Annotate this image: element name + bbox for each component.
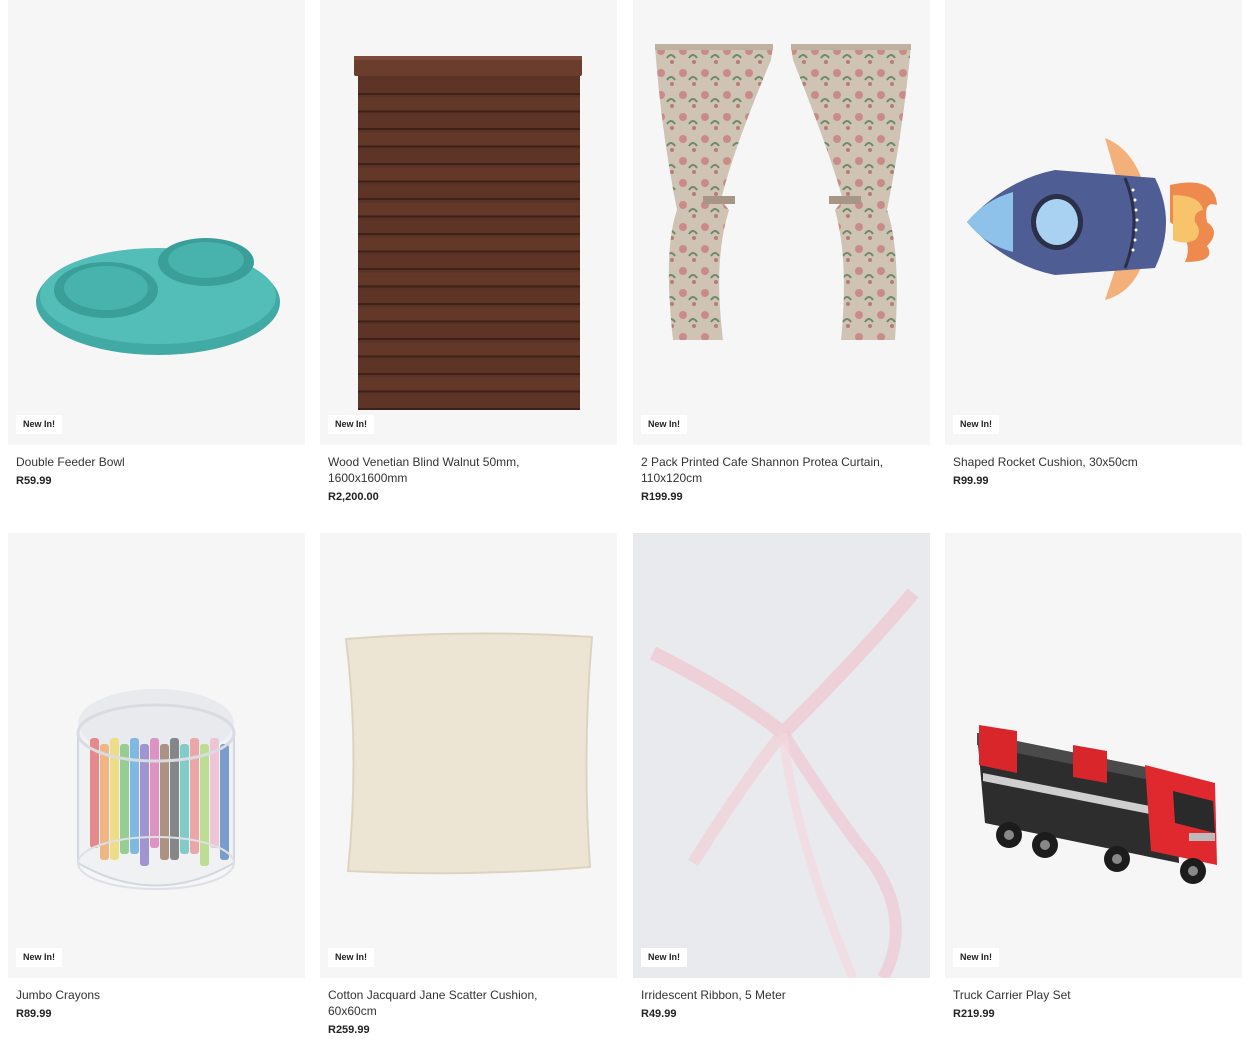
new-in-badge: New In! bbox=[16, 415, 63, 434]
product-price: R2,200.00 bbox=[328, 491, 379, 503]
product-card[interactable]: New In! Jumbo Crayons R89.99 bbox=[8, 533, 305, 1022]
product-card[interactable]: New In! Cotton Jacquard Jane Scatter Cus… bbox=[320, 533, 617, 1038]
product-card[interactable]: New In! Irridescent Ribbon, 5 Meter R49.… bbox=[633, 533, 930, 1022]
product-card[interactable]: New In! 2 Pack Printed Cafe Shannon Prot… bbox=[633, 0, 930, 505]
product-image-link[interactable]: New In! bbox=[633, 0, 930, 445]
product-name[interactable]: Cotton Jacquard Jane Scatter Cushion, 60… bbox=[328, 987, 578, 1019]
product-price: R59.99 bbox=[16, 475, 52, 487]
product-image-link[interactable]: New In! bbox=[8, 533, 305, 978]
product-name[interactable]: Double Feeder Bowl bbox=[16, 454, 266, 470]
product-name[interactable]: Truck Carrier Play Set bbox=[953, 987, 1203, 1003]
product-name[interactable]: Irridescent Ribbon, 5 Meter bbox=[641, 987, 891, 1003]
rocket-cushion-image bbox=[967, 138, 1217, 300]
truck-toy-image bbox=[977, 725, 1217, 884]
new-in-badge: New In! bbox=[641, 948, 688, 967]
product-grid: New In! Double Feeder Bowl R59.99 New In… bbox=[0, 0, 1250, 1050]
product-image-link[interactable]: New In! bbox=[633, 533, 930, 978]
product-image-link[interactable]: New In! bbox=[8, 0, 305, 445]
product-card[interactable]: New In! Shaped Rocket Cushion, 30x50cm R… bbox=[945, 0, 1242, 489]
new-in-badge: New In! bbox=[953, 948, 1000, 967]
product-price: R49.99 bbox=[641, 1008, 677, 1020]
venetian-blind-image bbox=[354, 56, 582, 410]
new-in-badge: New In! bbox=[953, 415, 1000, 434]
product-price: R219.99 bbox=[953, 1008, 995, 1020]
product-image-link[interactable]: New In! bbox=[945, 0, 1242, 445]
new-in-badge: New In! bbox=[641, 415, 688, 434]
product-image-link[interactable]: New In! bbox=[320, 533, 617, 978]
scatter-cushion-image bbox=[344, 632, 594, 875]
new-in-badge: New In! bbox=[328, 415, 375, 434]
product-name[interactable]: Shaped Rocket Cushion, 30x50cm bbox=[953, 454, 1203, 470]
product-name[interactable]: Wood Venetian Blind Walnut 50mm, 1600x16… bbox=[328, 454, 578, 486]
product-price: R259.99 bbox=[328, 1024, 370, 1036]
double-feeder-bowl-image bbox=[36, 238, 280, 355]
product-card[interactable]: New In! Wood Venetian Blind Walnut 50mm,… bbox=[320, 0, 617, 505]
product-image-link[interactable]: New In! bbox=[320, 0, 617, 445]
product-price: R99.99 bbox=[953, 475, 989, 487]
new-in-badge: New In! bbox=[16, 948, 63, 967]
new-in-badge: New In! bbox=[328, 948, 375, 967]
curtain-image bbox=[655, 44, 911, 340]
crayons-tub-image bbox=[76, 689, 236, 890]
product-price: R199.99 bbox=[641, 491, 683, 503]
product-image-link[interactable]: New In! bbox=[945, 533, 1242, 978]
ribbon-image bbox=[649, 588, 919, 978]
product-card[interactable]: New In! Double Feeder Bowl R59.99 bbox=[8, 0, 305, 489]
product-price: R89.99 bbox=[16, 1008, 52, 1020]
product-name[interactable]: 2 Pack Printed Cafe Shannon Protea Curta… bbox=[641, 454, 891, 486]
product-card[interactable]: New In! Truck Carrier Play Set R219.99 bbox=[945, 533, 1242, 1022]
product-name[interactable]: Jumbo Crayons bbox=[16, 987, 266, 1003]
